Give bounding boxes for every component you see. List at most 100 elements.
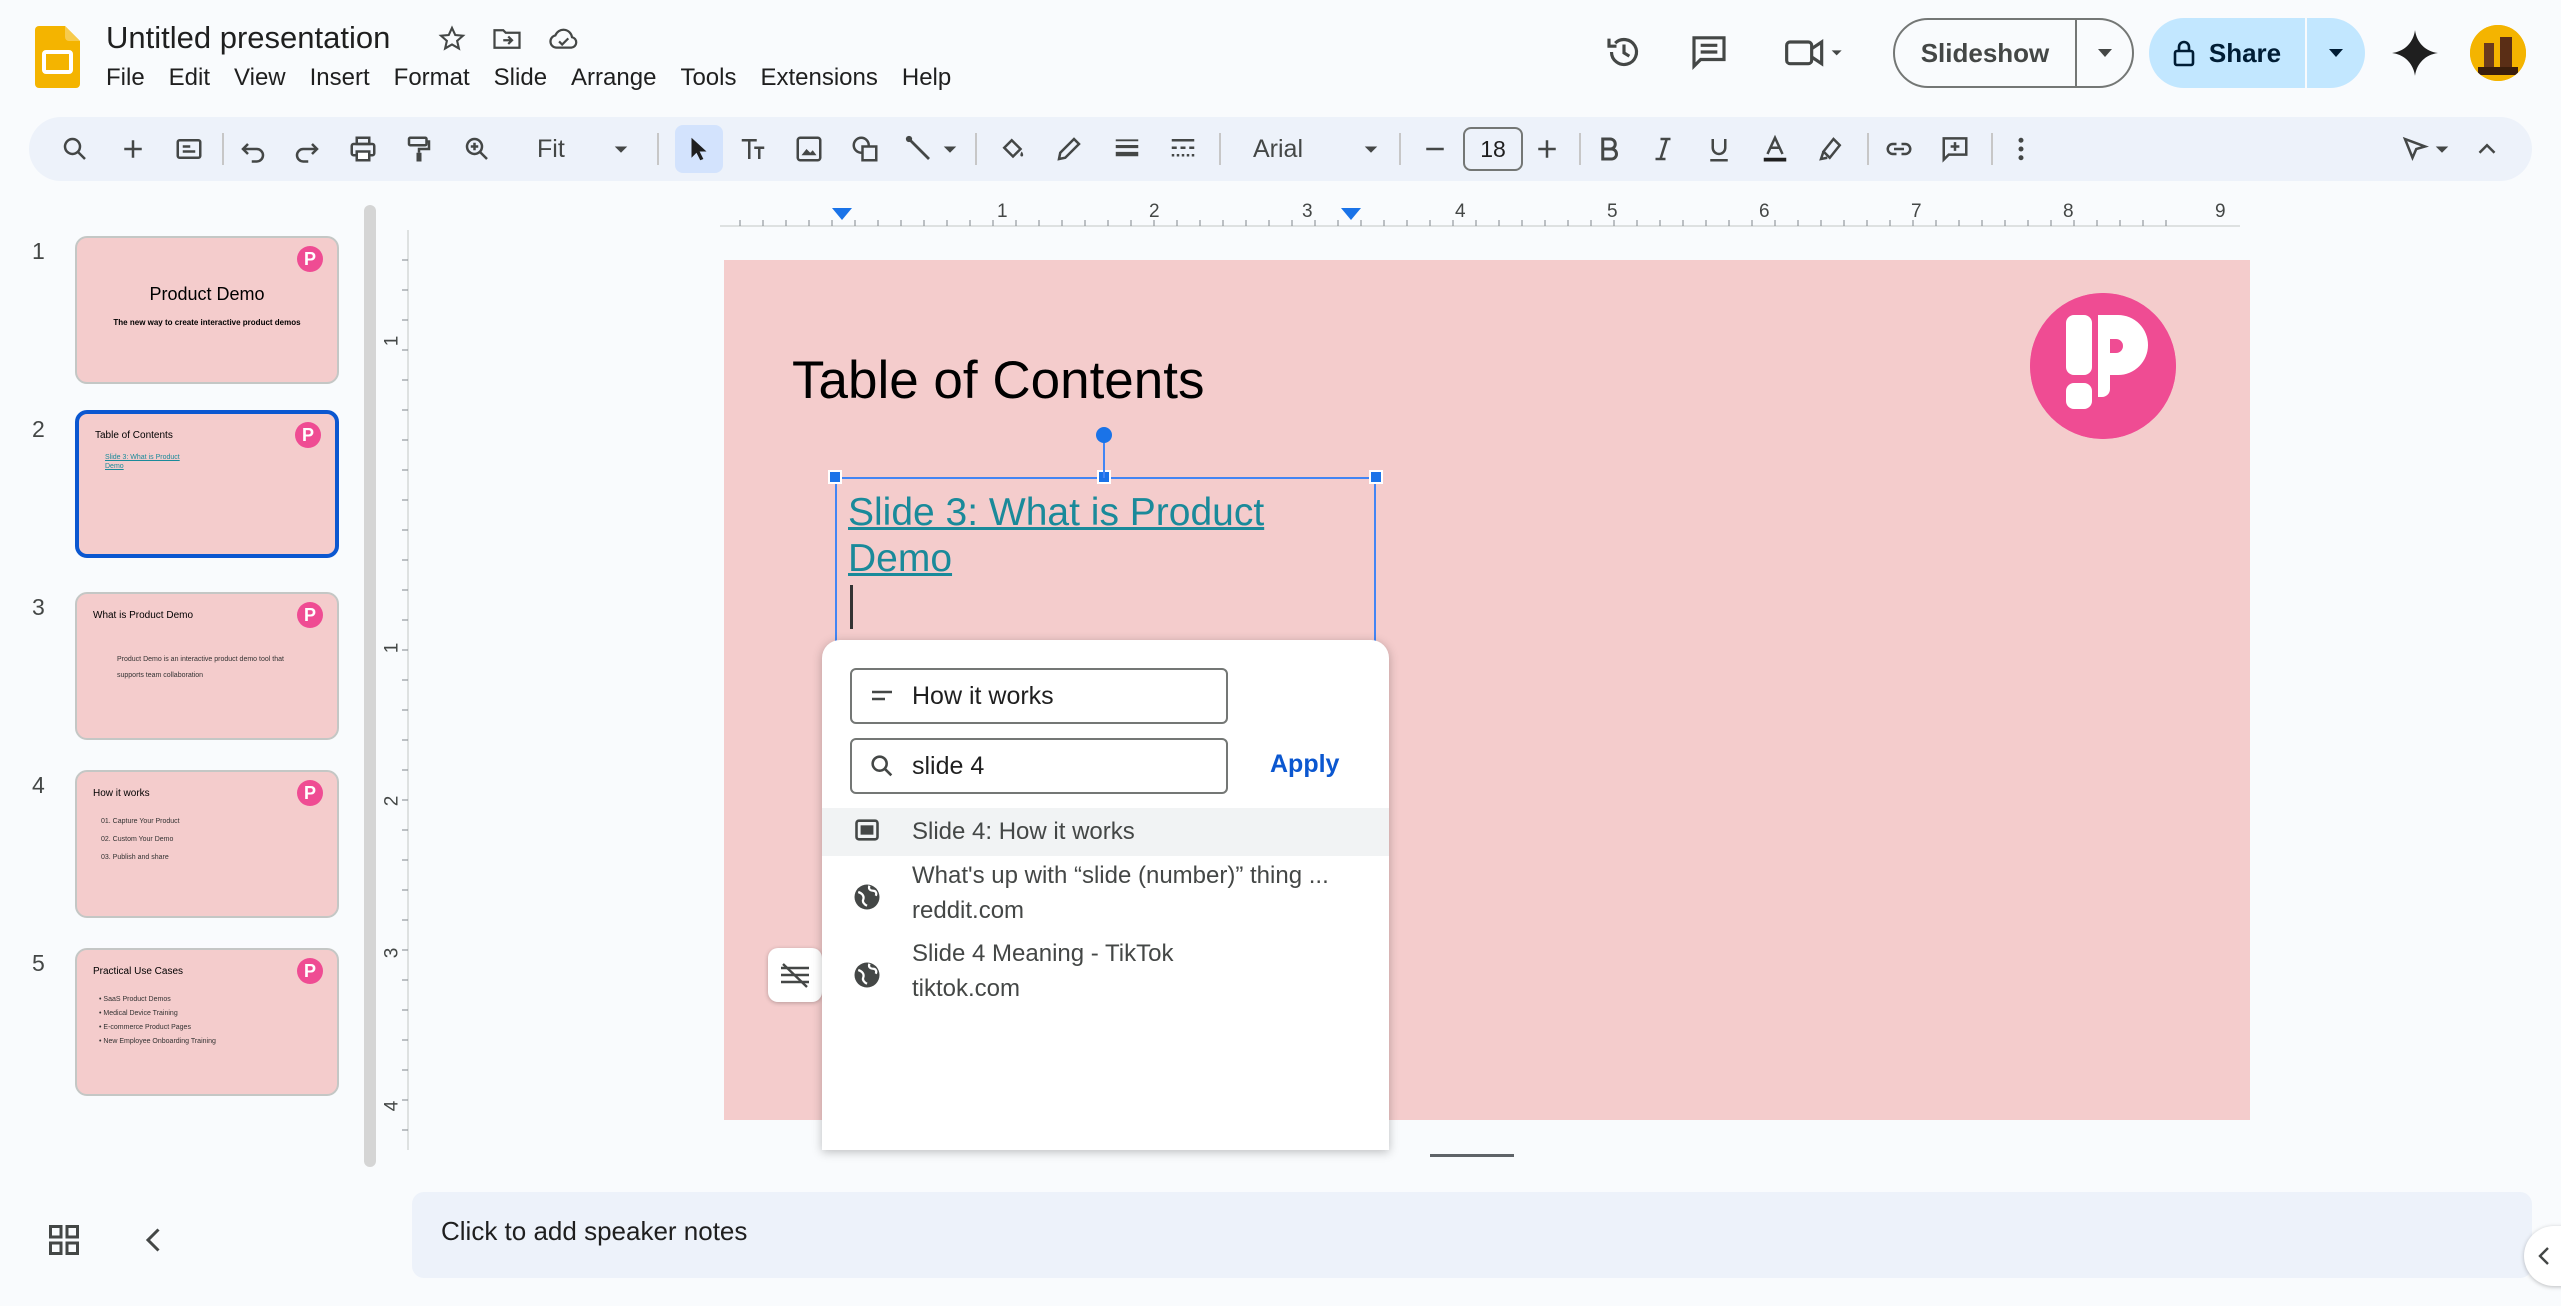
bold-icon[interactable] xyxy=(1585,125,1633,173)
slideshow-button[interactable]: Slideshow xyxy=(1893,18,2134,88)
collapse-toolbar-icon[interactable] xyxy=(2463,125,2511,173)
menu-extensions[interactable]: Extensions xyxy=(748,62,889,94)
link-text-field[interactable]: How it works xyxy=(850,668,1228,724)
comments-icon[interactable] xyxy=(1683,26,1735,78)
text-color-icon[interactable] xyxy=(1751,125,1799,173)
menu-view[interactable]: View xyxy=(222,62,298,94)
grid-view-icon[interactable] xyxy=(46,1222,82,1258)
chevron-down-icon[interactable] xyxy=(2077,47,2132,59)
right-indent-marker[interactable] xyxy=(1341,208,1361,220)
thumb-line: 03. Publish and share xyxy=(101,854,169,861)
shape-icon[interactable] xyxy=(841,125,889,173)
slide-title[interactable]: Table of Contents xyxy=(792,350,1204,411)
suggestion-item[interactable]: Slide 4: How it works xyxy=(822,808,1389,856)
fill-color-icon[interactable] xyxy=(989,125,1037,173)
left-indent-marker[interactable] xyxy=(832,208,852,220)
resize-handle[interactable] xyxy=(1369,470,1383,484)
version-history-icon[interactable] xyxy=(1598,26,1650,78)
menu-format[interactable]: Format xyxy=(382,62,482,94)
suggestion-item[interactable]: What's up with “slide (number)” thing ..… xyxy=(822,858,1389,936)
more-options-icon[interactable] xyxy=(1997,125,2045,173)
highlight-color-icon[interactable] xyxy=(1807,125,1855,173)
slide-thumbnail-4[interactable]: P How it works 01. Capture Your Product … xyxy=(75,770,339,918)
slide-thumbnail-1[interactable]: P Product Demo The new way to create int… xyxy=(75,236,339,384)
share-button[interactable]: Share xyxy=(2149,18,2365,88)
border-weight-icon[interactable] xyxy=(1103,125,1151,173)
link-text-value: How it works xyxy=(912,681,1054,710)
font-size-input[interactable]: 18 xyxy=(1463,127,1523,171)
increase-font-size-icon[interactable] xyxy=(1523,125,1571,173)
font-select[interactable]: Arial xyxy=(1253,135,1303,164)
link-search-input[interactable]: slide 4 xyxy=(850,738,1228,794)
paint-format-icon[interactable] xyxy=(395,125,443,173)
menu-file[interactable]: File xyxy=(106,62,157,94)
thumb-line-text: E-commerce Product Pages xyxy=(103,1024,191,1031)
apply-button[interactable]: Apply xyxy=(1270,750,1339,779)
slide-thumbnail-2[interactable]: P Table of Contents Slide 3: What is Pro… xyxy=(75,410,339,558)
globe-icon xyxy=(822,858,912,936)
search-menus-icon[interactable] xyxy=(51,125,99,173)
brand-logo-icon: P xyxy=(297,602,323,628)
text-caret xyxy=(850,585,853,629)
toolbar-divider xyxy=(1399,133,1401,165)
share-main[interactable]: Share xyxy=(2149,38,2305,69)
horizontal-ruler[interactable] xyxy=(720,202,2240,228)
add-comment-icon[interactable] xyxy=(1931,125,1979,173)
slide-link-text[interactable]: Slide 3: What is Product Demo xyxy=(848,490,1358,582)
underline-icon[interactable] xyxy=(1695,125,1743,173)
menu-insert[interactable]: Insert xyxy=(298,62,382,94)
zoom-icon[interactable] xyxy=(453,125,501,173)
italic-icon[interactable] xyxy=(1639,125,1687,173)
text-box-icon[interactable] xyxy=(729,125,777,173)
print-icon[interactable] xyxy=(339,125,387,173)
vertical-ruler[interactable] xyxy=(380,230,410,1150)
line-dropdown-icon[interactable] xyxy=(935,125,965,173)
menu-slide[interactable]: Slide xyxy=(482,62,559,94)
ruler-label: 1 xyxy=(997,201,1008,222)
move-folder-icon[interactable] xyxy=(488,20,526,58)
ruler-label: 5 xyxy=(1607,201,1618,222)
cloud-saved-icon[interactable] xyxy=(545,20,583,58)
font-dropdown-icon[interactable] xyxy=(1347,125,1395,173)
slide-thumbnail-5[interactable]: P Practical Use Cases • SaaS Product Dem… xyxy=(75,948,339,1096)
collapse-filmstrip-icon[interactable] xyxy=(136,1222,172,1258)
undo-icon[interactable] xyxy=(229,125,277,173)
zoom-dropdown-icon[interactable] xyxy=(597,125,645,173)
border-dash-icon[interactable] xyxy=(1159,125,1207,173)
globe-icon xyxy=(822,936,912,1014)
menu-edit[interactable]: Edit xyxy=(157,62,222,94)
pen-mode-dropdown-icon[interactable] xyxy=(2427,125,2457,173)
select-cursor-icon[interactable] xyxy=(675,125,723,173)
toolbar-divider xyxy=(1991,133,1993,165)
layout-icon[interactable] xyxy=(165,125,213,173)
border-color-icon[interactable] xyxy=(1045,125,1093,173)
new-slide-icon[interactable] xyxy=(109,125,157,173)
suggestion-item[interactable]: Slide 4 Meaning - TikTok tiktok.com xyxy=(822,936,1389,1014)
menu-tools[interactable]: Tools xyxy=(668,62,748,94)
resize-handle[interactable] xyxy=(828,470,842,484)
chevron-down-icon[interactable] xyxy=(2307,47,2365,59)
format-options-chip[interactable] xyxy=(768,948,822,1002)
avatar[interactable] xyxy=(2470,25,2526,81)
slide-thumbnail-3[interactable]: P What is Product Demo Product Demo is a… xyxy=(75,592,339,740)
redo-icon[interactable] xyxy=(283,125,331,173)
menu-help[interactable]: Help xyxy=(890,62,963,94)
brand-logo-icon: P xyxy=(297,958,323,984)
ruler-label: 3 xyxy=(1302,201,1313,222)
filmstrip-scrollbar[interactable] xyxy=(364,205,376,1167)
rotate-handle[interactable] xyxy=(1096,427,1112,443)
document-title[interactable]: Untitled presentation xyxy=(106,20,390,56)
brand-logo-icon[interactable] xyxy=(2030,293,2176,439)
meet-video-icon[interactable] xyxy=(1780,26,1850,78)
slides-logo-icon[interactable] xyxy=(35,26,80,88)
decrease-font-size-icon[interactable] xyxy=(1411,125,1459,173)
notes-resize-handle[interactable] xyxy=(1430,1154,1514,1157)
zoom-select[interactable]: Fit xyxy=(537,135,565,164)
gemini-sparkle-icon[interactable] xyxy=(2390,28,2440,78)
speaker-notes[interactable]: Click to add speaker notes xyxy=(412,1192,2532,1278)
insert-link-icon[interactable] xyxy=(1875,125,1923,173)
insert-image-icon[interactable] xyxy=(785,125,833,173)
ruler-label: 6 xyxy=(1759,201,1770,222)
star-icon[interactable] xyxy=(433,20,471,58)
menu-arrange[interactable]: Arrange xyxy=(559,62,668,94)
